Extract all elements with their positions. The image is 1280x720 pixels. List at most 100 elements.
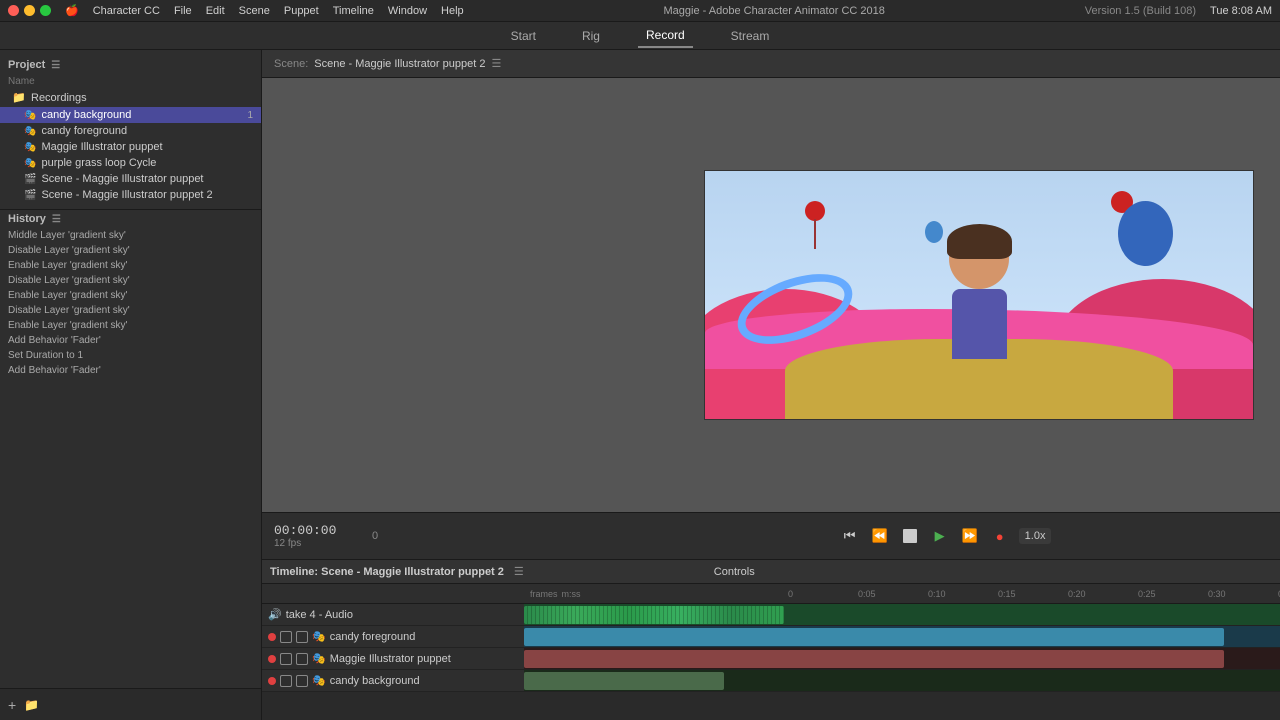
- project-section: Project ☰ Name Recordings 🎭 candy backgr…: [0, 50, 261, 210]
- candy-background-item[interactable]: 🎭 candy background 1: [0, 107, 261, 123]
- menu-edit[interactable]: Edit: [206, 5, 225, 17]
- ruler-mark-6: 0:30: [1206, 589, 1276, 599]
- candy-bg-vis-dot: [268, 677, 276, 685]
- menu-bar: 🍎 Character CC File Edit Scene Puppet Ti…: [0, 0, 1280, 22]
- audio-track-name: take 4 - Audio: [286, 609, 518, 621]
- history-item-6[interactable]: Enable Layer 'gradient sky': [0, 318, 261, 333]
- candy-fg-vis[interactable]: [280, 631, 292, 643]
- history-item-2[interactable]: Enable Layer 'gradient sky': [0, 258, 261, 273]
- scene-maggie-item[interactable]: 🎬 Scene - Maggie Illustrator puppet: [0, 171, 261, 187]
- frame-forward-button[interactable]: ⏩: [959, 525, 981, 547]
- timeline-ruler: frames m:ss 0 0:05 0:10 0:15 0:20 0:25 0…: [262, 584, 1280, 604]
- scene-maggie-2-label: Scene - Maggie Illustrator puppet 2: [41, 189, 253, 201]
- candy-foreground-label: candy foreground: [41, 125, 253, 137]
- timeline-title: Timeline: Scene - Maggie Illustrator pup…: [270, 566, 504, 578]
- character: [949, 229, 1009, 359]
- maggie-solo[interactable]: [296, 653, 308, 665]
- scene-prefix: Scene:: [274, 58, 308, 70]
- candy-bg-solo[interactable]: [296, 675, 308, 687]
- speed-display[interactable]: 1.0x: [1019, 528, 1052, 544]
- character-head: [949, 229, 1009, 289]
- candy-background-badge: 1: [247, 110, 253, 121]
- candy-fg-track-controls: 🎭 candy foreground: [262, 626, 524, 647]
- ruler-label-area: frames m:ss: [524, 589, 786, 599]
- audio-track-icon: 🔊: [268, 608, 282, 621]
- history-menu-icon[interactable]: ☰: [52, 214, 61, 225]
- project-menu-icon[interactable]: ☰: [51, 60, 60, 71]
- maggie-content: [524, 648, 1280, 669]
- candy-fg-icon: 🎭: [312, 630, 326, 643]
- menu-scene[interactable]: Scene: [239, 5, 270, 17]
- timeline-header: Timeline: Scene - Maggie Illustrator pup…: [262, 560, 1280, 584]
- candy-background-label: candy background: [41, 109, 242, 121]
- candy-bg-icon: 🎭: [312, 674, 326, 687]
- left-panel-folder-icon[interactable]: 📁: [24, 698, 39, 712]
- menu-time: Tue 8:08 AM: [1210, 5, 1272, 17]
- transport-bar: 00:00:00 12 fps 0 ⏮ ⏪ ▶ ⏩ ● 1.0x ↺ ♩ ↗ 5…: [262, 512, 1280, 560]
- purple-grass-item[interactable]: 🎭 purple grass loop Cycle: [0, 155, 261, 171]
- fps-display: 12 fps: [274, 538, 364, 549]
- candy-fg-name: candy foreground: [330, 631, 518, 643]
- maggie-track-controls: 🎭 Maggie Illustrator puppet: [262, 648, 524, 669]
- history-item-9[interactable]: Add Behavior 'Fader': [0, 363, 261, 378]
- frame-back-button[interactable]: ⏪: [869, 525, 891, 547]
- history-item-4[interactable]: Enable Layer 'gradient sky': [0, 288, 261, 303]
- history-label: History: [8, 213, 46, 225]
- candy-fg-vis-dot: [268, 633, 276, 641]
- ruler-mark-4: 0:20: [1066, 589, 1136, 599]
- time-display-block: 00:00:00 12 fps: [274, 523, 364, 549]
- minimize-button[interactable]: [24, 5, 35, 16]
- record-button[interactable]: ●: [989, 525, 1011, 547]
- window-controls: [8, 5, 51, 16]
- tab-start[interactable]: Start: [503, 25, 544, 47]
- ruler-mark-7: 0:35: [1276, 589, 1280, 599]
- scene-name[interactable]: Scene - Maggie Illustrator puppet 2: [314, 58, 485, 70]
- menu-help[interactable]: Help: [441, 5, 464, 17]
- history-item-3[interactable]: Disable Layer 'gradient sky': [0, 273, 261, 288]
- scene-maggie-2-item[interactable]: 🎬 Scene - Maggie Illustrator puppet 2: [0, 187, 261, 203]
- scene-background: [705, 171, 1253, 419]
- controls-label: Controls: [714, 566, 755, 578]
- candy-bg-vis[interactable]: [280, 675, 292, 687]
- candy-foreground-item[interactable]: 🎭 candy foreground: [0, 123, 261, 139]
- tab-record[interactable]: Record: [638, 24, 693, 48]
- character-torso: [952, 289, 1007, 359]
- recordings-item[interactable]: Recordings: [0, 89, 261, 107]
- menu-window[interactable]: Window: [388, 5, 427, 17]
- ruler-mark-5: 0:25: [1136, 589, 1206, 599]
- left-panel-add-icon[interactable]: +: [8, 697, 16, 713]
- maximize-button[interactable]: [40, 5, 51, 16]
- scene-menu-icon[interactable]: ☰: [491, 57, 501, 70]
- skip-back-button[interactable]: ⏮: [839, 525, 861, 547]
- play-button[interactable]: ▶: [929, 525, 951, 547]
- history-item-0[interactable]: Middle Layer 'gradient sky': [0, 228, 261, 243]
- tab-rig[interactable]: Rig: [574, 25, 608, 47]
- history-item-7[interactable]: Add Behavior 'Fader': [0, 333, 261, 348]
- timeline-section: Timeline: Scene - Maggie Illustrator pup…: [262, 560, 1280, 720]
- candy-red-stick-left: [814, 219, 816, 249]
- candy-fg-solo[interactable]: [296, 631, 308, 643]
- menu-timeline[interactable]: Timeline: [333, 5, 374, 17]
- menu-apple[interactable]: 🍎: [65, 4, 79, 17]
- recordings-folder-icon: [12, 91, 26, 105]
- tab-stream[interactable]: Stream: [723, 25, 778, 47]
- canvas-area: [262, 78, 1280, 512]
- app-name-label: Character CC: [93, 5, 160, 17]
- history-item-8[interactable]: Set Duration to 1: [0, 348, 261, 363]
- recordings-label: Recordings: [31, 92, 253, 104]
- close-button[interactable]: [8, 5, 19, 16]
- timeline-menu-icon[interactable]: ☰: [514, 565, 524, 578]
- ruler-marks: 0 0:05 0:10 0:15 0:20 0:25 0:30 0:35 0:4…: [786, 589, 1280, 599]
- purple-grass-label: purple grass loop Cycle: [41, 157, 253, 169]
- scene-maggie-label: Scene - Maggie Illustrator puppet: [41, 173, 253, 185]
- stop-button[interactable]: [899, 525, 921, 547]
- menu-puppet[interactable]: Puppet: [284, 5, 319, 17]
- timeline-tracks: 🔊 take 4 - Audio 🎭 candy foreground: [262, 604, 1280, 720]
- left-panel: Project ☰ Name Recordings 🎭 candy backgr…: [0, 50, 262, 720]
- stop-icon: [903, 529, 917, 543]
- history-item-1[interactable]: Disable Layer 'gradient sky': [0, 243, 261, 258]
- maggie-vis[interactable]: [280, 653, 292, 665]
- maggie-puppet-item[interactable]: 🎭 Maggie Illustrator puppet: [0, 139, 261, 155]
- history-item-5[interactable]: Disable Layer 'gradient sky': [0, 303, 261, 318]
- menu-file[interactable]: File: [174, 5, 192, 17]
